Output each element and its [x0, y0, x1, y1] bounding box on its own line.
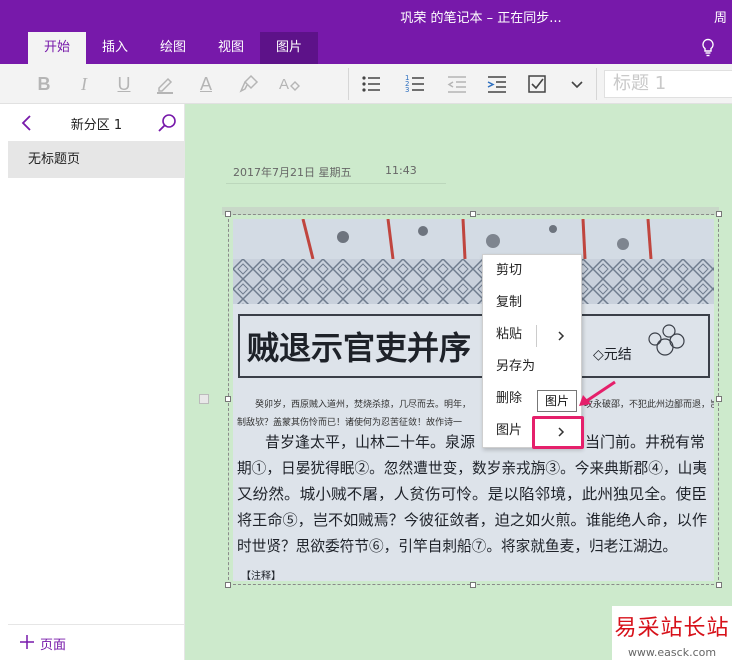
style-selector[interactable]: 标题 1 — [604, 70, 732, 98]
onenote-window: 巩荣 的笔记本 – 正在同步... 周 开始 插入 绘图 视图 图片 B I U… — [0, 0, 732, 667]
photo-author: ◇元结 — [593, 347, 632, 363]
photo-preface-1: 癸卯岁，西原贼入道州，焚烧杀掠，几尽而去。明年， — [255, 398, 471, 410]
photo-illustration: 贼退示官吏并序 ◇元结 癸卯岁，西原贼入道州，焚烧杀掠，几尽而去。明年， 之。其… — [233, 219, 714, 581]
page-list-item[interactable]: 无标题页 — [8, 142, 184, 178]
highlighter-icon[interactable] — [152, 71, 178, 97]
svg-text:A: A — [279, 76, 289, 93]
site-watermark: 易采站长站 www.easck.com — [612, 606, 732, 667]
resize-handle[interactable] — [470, 211, 476, 217]
format-painter-icon[interactable] — [236, 71, 262, 97]
menu-item-cut[interactable]: 剪切 — [483, 255, 581, 287]
resize-handle[interactable] — [716, 211, 722, 217]
search-icon[interactable] — [157, 113, 177, 133]
photo-line-4: 将王命⑤，岂不如贼焉？今彼征敛者，迫之如火煎。谁能绝人命，以作 — [237, 511, 707, 529]
annotation-arrow-icon — [579, 380, 616, 406]
plus-icon — [20, 635, 34, 649]
menu-item-save-as[interactable]: 另存为 — [483, 351, 581, 383]
decrease-indent-icon[interactable] — [444, 71, 470, 97]
tab-home[interactable]: 开始 — [28, 32, 86, 64]
tab-insert[interactable]: 插入 — [88, 32, 142, 64]
bold-button[interactable]: B — [31, 71, 57, 97]
photo-preface-2: 制敌欤？盖蒙其伤怜而已！诸使何为忍苦征敛！故作诗一 — [237, 416, 462, 428]
photo-line-2: 期①，日晏犹得眠②。忽然遭世变，数岁亲戎旃③。今来典斯郡④，山夷 — [237, 459, 707, 477]
resize-handle[interactable] — [716, 582, 722, 588]
add-page-label: 页面 — [40, 638, 67, 653]
chevron-right-icon[interactable] — [555, 330, 567, 342]
pages-sidebar: 新分区 1 无标题页 页面 — [8, 104, 185, 660]
resize-handle[interactable] — [716, 396, 722, 402]
add-page-button[interactable]: 页面 — [8, 624, 185, 660]
chevron-down-icon[interactable] — [564, 71, 590, 97]
inserted-photo[interactable]: 贼退示官吏并序 ◇元结 癸卯岁，西原贼入道州，焚烧杀掠，几尽而去。明年， 之。其… — [233, 219, 714, 581]
photo-line-3: 又纷然。城小贼不屠，人贫伤可怜。是以陷邻境，此州独见全。使臣 — [237, 485, 707, 503]
underline-button[interactable]: U — [111, 71, 137, 97]
title-bar: 巩荣 的笔记本 – 正在同步... 周 — [0, 0, 732, 30]
svg-text:3: 3 — [405, 86, 409, 94]
watermark-title: 易采站长站 — [614, 616, 730, 641]
photo-footnote: 【注释】 — [241, 569, 281, 581]
section-name: 新分区 1 — [70, 118, 123, 133]
user-name[interactable]: 周 — [714, 7, 732, 26]
lightbulb-icon[interactable] — [700, 38, 716, 58]
increase-indent-icon[interactable] — [484, 71, 510, 97]
note-time: 11:43 — [385, 164, 417, 177]
photo-heading: 贼退示官吏并序 — [247, 329, 471, 367]
section-header: 新分区 1 — [8, 104, 185, 142]
font-color-button[interactable]: A — [193, 71, 219, 97]
resize-handle[interactable] — [470, 582, 476, 588]
numbered-list-icon[interactable]: 1 2 3 — [402, 71, 428, 97]
photo-line-1a: 昔岁逢太平，山林二十年。泉源 — [265, 433, 475, 451]
window-title: 巩荣 的笔记本 – 正在同步... — [400, 11, 562, 26]
resize-handle[interactable] — [225, 582, 231, 588]
container-handle[interactable] — [199, 394, 209, 404]
bullet-list-icon[interactable] — [358, 71, 384, 97]
picture-tooltip: 图片 — [537, 390, 577, 412]
todo-checkbox-icon[interactable] — [524, 71, 550, 97]
highlight-box — [532, 416, 584, 449]
back-arrow-icon[interactable] — [18, 113, 36, 133]
ribbon-tabs: 开始 插入 绘图 视图 图片 — [0, 30, 732, 64]
photo-line-1b: 当门前。井税有常 — [585, 433, 705, 451]
tab-draw[interactable]: 绘图 — [146, 32, 200, 64]
tab-picture[interactable]: 图片 — [260, 32, 318, 64]
resize-handle[interactable] — [225, 396, 231, 402]
watermark-url: www.easck.com — [627, 646, 717, 659]
menu-separator — [536, 325, 537, 347]
photo-line-5: 时世贤？思欲委符节⑥，引竿自刺船⑦。将家就鱼麦，归老江湖边。 — [237, 537, 677, 555]
ribbon-separator — [596, 68, 597, 100]
resize-handle[interactable] — [225, 211, 231, 217]
clear-formatting-icon[interactable]: A — [276, 71, 302, 97]
tab-view[interactable]: 视图 — [204, 32, 258, 64]
note-title-line — [226, 183, 446, 184]
menu-item-copy[interactable]: 复制 — [483, 287, 581, 319]
italic-button[interactable]: I — [71, 71, 97, 97]
note-date: 2017年7月21日 星期五 — [233, 166, 352, 179]
ribbon-toolbar: B I U A A 1 2 3 标题 1 — [0, 64, 732, 104]
ribbon-separator — [348, 68, 349, 100]
